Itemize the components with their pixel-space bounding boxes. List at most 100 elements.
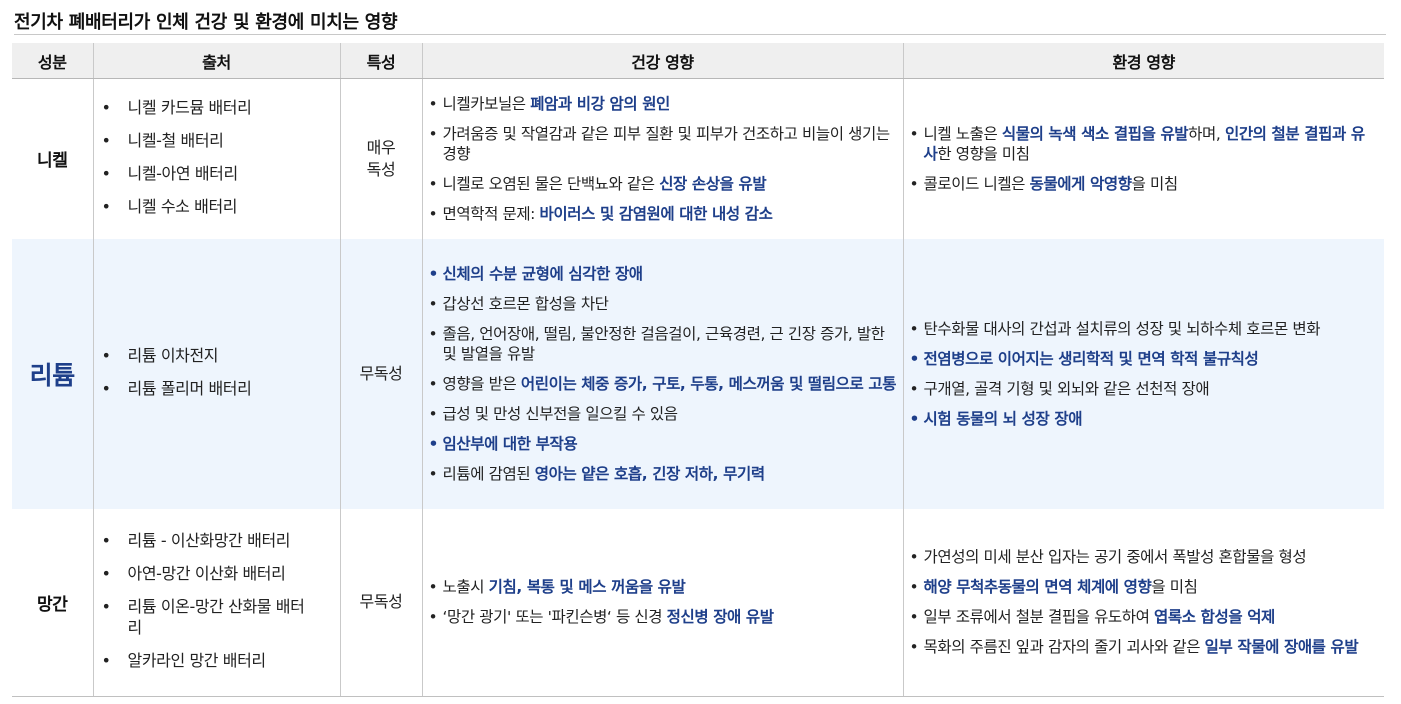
- item-emphasis: 영아는 얕은 호흡, 긴장 저하, 무기력: [534, 464, 765, 483]
- environment-cell: 니켈 노출은 식물의 녹색 색소 결핍을 유발하며, 인간의 철분 결핍과 유사…: [902, 78, 1385, 239]
- environment-list: 가연성의 미세 분산 입자는 공기 중에서 폭발성 혼합물을 형성 해양 무척추…: [904, 547, 1385, 657]
- source-item: 리튬 이온-망간 산화물 배터리: [94, 596, 340, 638]
- source-cell: 니켈 카드뮴 배터리 니켈-철 배터리 니켈-아연 배터리 니켈 수소 배터리: [92, 78, 340, 239]
- source-item: 리튬 - 이산화망간 배터리: [94, 530, 340, 551]
- item-text: 가려움증 및 작열감과 같은 피부 질환 및 피부가 건조하고 비늘이 생기는 …: [442, 124, 891, 163]
- item-emphasis: 전염병으로 이어지는 생리학적 및 면역 학적 불규칙성: [923, 349, 1259, 368]
- source-item: 니켈-철 배터리: [94, 130, 340, 151]
- item-text: ‘망간 광기' 또는 '파킨슨병‘ 등 신경: [442, 608, 667, 627]
- source-list: 니켈 카드뮴 배터리 니켈-철 배터리 니켈-아연 배터리 니켈 수소 배터리: [94, 97, 340, 217]
- health-item: 니켈카보닐은 폐암과 비강 암의 원인: [423, 94, 903, 114]
- page-title: 전기차 폐배터리가 인체 건강 및 환경에 미치는 영향: [14, 12, 398, 33]
- item-emphasis: 신체의 수분 균형에 심각한 장애: [442, 264, 644, 283]
- health-item: 노출시 기침, 복통 및 메스 꺼움을 유발: [423, 577, 903, 597]
- health-cell: 노출시 기침, 복통 및 메스 꺼움을 유발 ‘망간 광기' 또는 '파킨슨병‘…: [421, 508, 903, 697]
- health-list: 니켈카보닐은 폐암과 비강 암의 원인 가려움증 및 작열감과 같은 피부 질환…: [423, 94, 903, 224]
- item-text: 졸음, 언어장애, 떨림, 불안정한 걸음걸이, 근육경련, 근 긴장 증가, …: [442, 324, 886, 363]
- health-item: 임산부에 대한 부작용: [423, 434, 903, 454]
- source-cell: 리튬 - 이산화망간 배터리 아연-망간 이산화 배터리 리튬 이온-망간 산화…: [92, 508, 340, 697]
- item-emphasis: 정신병 장애 유발: [666, 608, 774, 627]
- property-text: 매우 독성: [366, 137, 396, 179]
- item-text: 영향을 받은: [442, 374, 521, 393]
- header-environment: 환경 영향: [902, 43, 1384, 79]
- health-item: 갑상선 호르몬 합성을 차단: [423, 294, 903, 314]
- health-list: 노출시 기침, 복통 및 메스 꺼움을 유발 ‘망간 광기' 또는 '파킨슨병‘…: [423, 577, 903, 627]
- environment-item: 목화의 주름진 잎과 감자의 줄기 괴사와 같은 일부 작물에 장애를 유발: [904, 637, 1385, 657]
- health-item: 신체의 수분 균형에 심각한 장애: [423, 264, 903, 284]
- health-item: 급성 및 만성 신부전을 일으킬 수 있음: [423, 404, 903, 424]
- environment-list: 니켈 노출은 식물의 녹색 색소 결핍을 유발하며, 인간의 철분 결핍과 유사…: [904, 124, 1385, 194]
- source-item: 아연-망간 이산화 배터리: [94, 563, 340, 584]
- environment-cell: 탄수화물 대사의 간섭과 설치류의 성장 및 뇌하수체 호르몬 변화 전염병으로…: [902, 238, 1385, 509]
- source-item: 알카라인 망간 배터리: [94, 650, 340, 671]
- item-text: 급성 및 만성 신부전을 일으킬 수 있음: [442, 404, 678, 423]
- title-divider: [14, 34, 1386, 35]
- environment-item: 일부 조류에서 철분 결핍을 유도하여 엽록소 합성을 억제: [904, 607, 1385, 627]
- health-item: 졸음, 언어장애, 떨림, 불안정한 걸음걸이, 근육경련, 근 긴장 증가, …: [423, 324, 903, 364]
- header-property: 특성: [339, 43, 422, 79]
- environment-item: 해양 무척추동물의 면역 체계에 영향을 미침: [904, 577, 1385, 597]
- component-cell: 망간: [12, 508, 93, 697]
- source-item: 리튬 이차전지: [94, 345, 340, 366]
- health-item: 영향을 받은 어린이는 체중 증가, 구토, 두통, 메스꺼움 및 떨림으로 고…: [423, 374, 903, 394]
- source-list: 리튬 - 이산화망간 배터리 아연-망간 이산화 배터리 리튬 이온-망간 산화…: [94, 530, 340, 671]
- item-text: 콜로이드 니켈은: [923, 174, 1030, 193]
- property-cell: 무독성: [339, 508, 422, 697]
- item-text: 목화의 주름진 잎과 감자의 줄기 괴사와 같은: [923, 638, 1205, 657]
- source-list: 리튬 이차전지 리튬 폴리머 배터리: [94, 345, 340, 399]
- header-row: 성분 출처 특성 건강 영향 환경 영향: [12, 43, 1384, 79]
- item-text: 구개열, 골격 기형 및 외뇌와 같은 선천적 장애: [923, 379, 1210, 398]
- item-text: 니켈카보닐은: [442, 94, 531, 113]
- header-source: 출처: [92, 43, 340, 79]
- health-item: 리튬에 감염된 영아는 얕은 호흡, 긴장 저하, 무기력: [423, 464, 903, 484]
- item-text: 니켈로 오염된 물은 단백뇨와 같은: [442, 174, 660, 193]
- source-item: 니켈-아연 배터리: [94, 163, 340, 184]
- environment-item: 탄수화물 대사의 간섭과 설치류의 성장 및 뇌하수체 호르몬 변화: [904, 319, 1385, 339]
- item-emphasis: 폐암과 비강 암의 원인: [530, 94, 670, 113]
- item-text: 가연성의 미세 분산 입자는 공기 중에서 폭발성 혼합물을 형성: [923, 548, 1307, 567]
- item-emphasis: 동물에게 악영향: [1029, 174, 1132, 193]
- environment-item: 시험 동물의 뇌 성장 장애: [904, 409, 1385, 429]
- health-item: 가려움증 및 작열감과 같은 피부 질환 및 피부가 건조하고 비늘이 생기는 …: [423, 124, 903, 164]
- item-emphasis: 엽록소 합성을 억제: [1154, 608, 1275, 627]
- item-emphasis: 바이러스 및 감염원에 대한 내성 감소: [539, 204, 773, 223]
- health-item: ‘망간 광기' 또는 '파킨슨병‘ 등 신경 정신병 장애 유발: [423, 607, 903, 627]
- property-cell: 매우 독성: [339, 78, 422, 239]
- item-text: 리튬에 감염된: [442, 464, 535, 483]
- health-cell: 니켈카보닐은 폐암과 비강 암의 원인 가려움증 및 작열감과 같은 피부 질환…: [421, 78, 903, 239]
- item-emphasis: 임산부에 대한 부작용: [442, 434, 578, 453]
- source-item: 니켈 카드뮴 배터리: [94, 97, 340, 118]
- item-text: 탄수화물 대사의 간섭과 설치류의 성장 및 뇌하수체 호르몬 변화: [923, 319, 1321, 338]
- source-item: 리튬 폴리머 배터리: [94, 378, 340, 399]
- item-text: 노출시: [442, 578, 489, 597]
- item-emphasis: 시험 동물의 뇌 성장 장애: [923, 409, 1083, 428]
- item-text: 을 미침: [1151, 578, 1198, 597]
- health-list: 신체의 수분 균형에 심각한 장애 갑상선 호르몬 합성을 차단 졸음, 언어장…: [423, 264, 903, 484]
- item-emphasis: 어린이는 체중 증가, 구토, 두통, 메스꺼움 및 떨림으로 고통: [520, 374, 897, 393]
- item-text: 을 미침: [1131, 174, 1179, 193]
- environment-item: 전염병으로 이어지는 생리학적 및 면역 학적 불규칙성: [904, 349, 1385, 369]
- item-emphasis: 일부 작물에 장애를 유발: [1204, 638, 1359, 657]
- table-row-lithium: 리튬 리튬 이차전지 리튬 폴리머 배터리 무독성 신체의 수분 균형에 심각한…: [12, 238, 1385, 509]
- component-cell: 리튬: [12, 238, 93, 509]
- source-cell: 리튬 이차전지 리튬 폴리머 배터리: [92, 238, 340, 509]
- effects-table: 성분 출처 특성 건강 영향 환경 영향 니켈 니켈 카드뮴 배터리 니켈-철 …: [12, 43, 1384, 697]
- header-component: 성분: [12, 43, 93, 79]
- component-cell: 니켈: [12, 78, 93, 239]
- table-row-nickel: 니켈 니켈 카드뮴 배터리 니켈-철 배터리 니켈-아연 배터리 니켈 수소 배…: [12, 78, 1385, 239]
- table-row-manganese: 망간 리튬 - 이산화망간 배터리 아연-망간 이산화 배터리 리튬 이온-망간…: [12, 508, 1385, 697]
- health-cell: 신체의 수분 균형에 심각한 장애 갑상선 호르몬 합성을 차단 졸음, 언어장…: [421, 238, 903, 509]
- item-text: 일부 조류에서 철분 결핍을 유도하여: [923, 608, 1155, 627]
- property-cell: 무독성: [339, 238, 422, 509]
- item-text: 하며,: [1188, 124, 1225, 143]
- environment-item: 가연성의 미세 분산 입자는 공기 중에서 폭발성 혼합물을 형성: [904, 547, 1385, 567]
- environment-cell: 가연성의 미세 분산 입자는 공기 중에서 폭발성 혼합물을 형성 해양 무척추…: [902, 508, 1385, 697]
- item-text: 면역학적 문제:: [442, 204, 540, 223]
- health-item: 면역학적 문제: 바이러스 및 감염원에 대한 내성 감소: [423, 204, 903, 224]
- environment-item: 구개열, 골격 기형 및 외뇌와 같은 선천적 장애: [904, 379, 1385, 399]
- item-emphasis: 기침, 복통 및 메스 꺼움을 유발: [488, 578, 686, 597]
- item-emphasis: 해양 무척추동물의 면역 체계에 영향: [923, 578, 1152, 597]
- item-text: 니켈 노출은: [923, 124, 1002, 143]
- health-item: 니켈로 오염된 물은 단백뇨와 같은 신장 손상을 유발: [423, 174, 903, 194]
- item-emphasis: 식물의 녹색 색소 결핍을 유발: [1001, 124, 1189, 143]
